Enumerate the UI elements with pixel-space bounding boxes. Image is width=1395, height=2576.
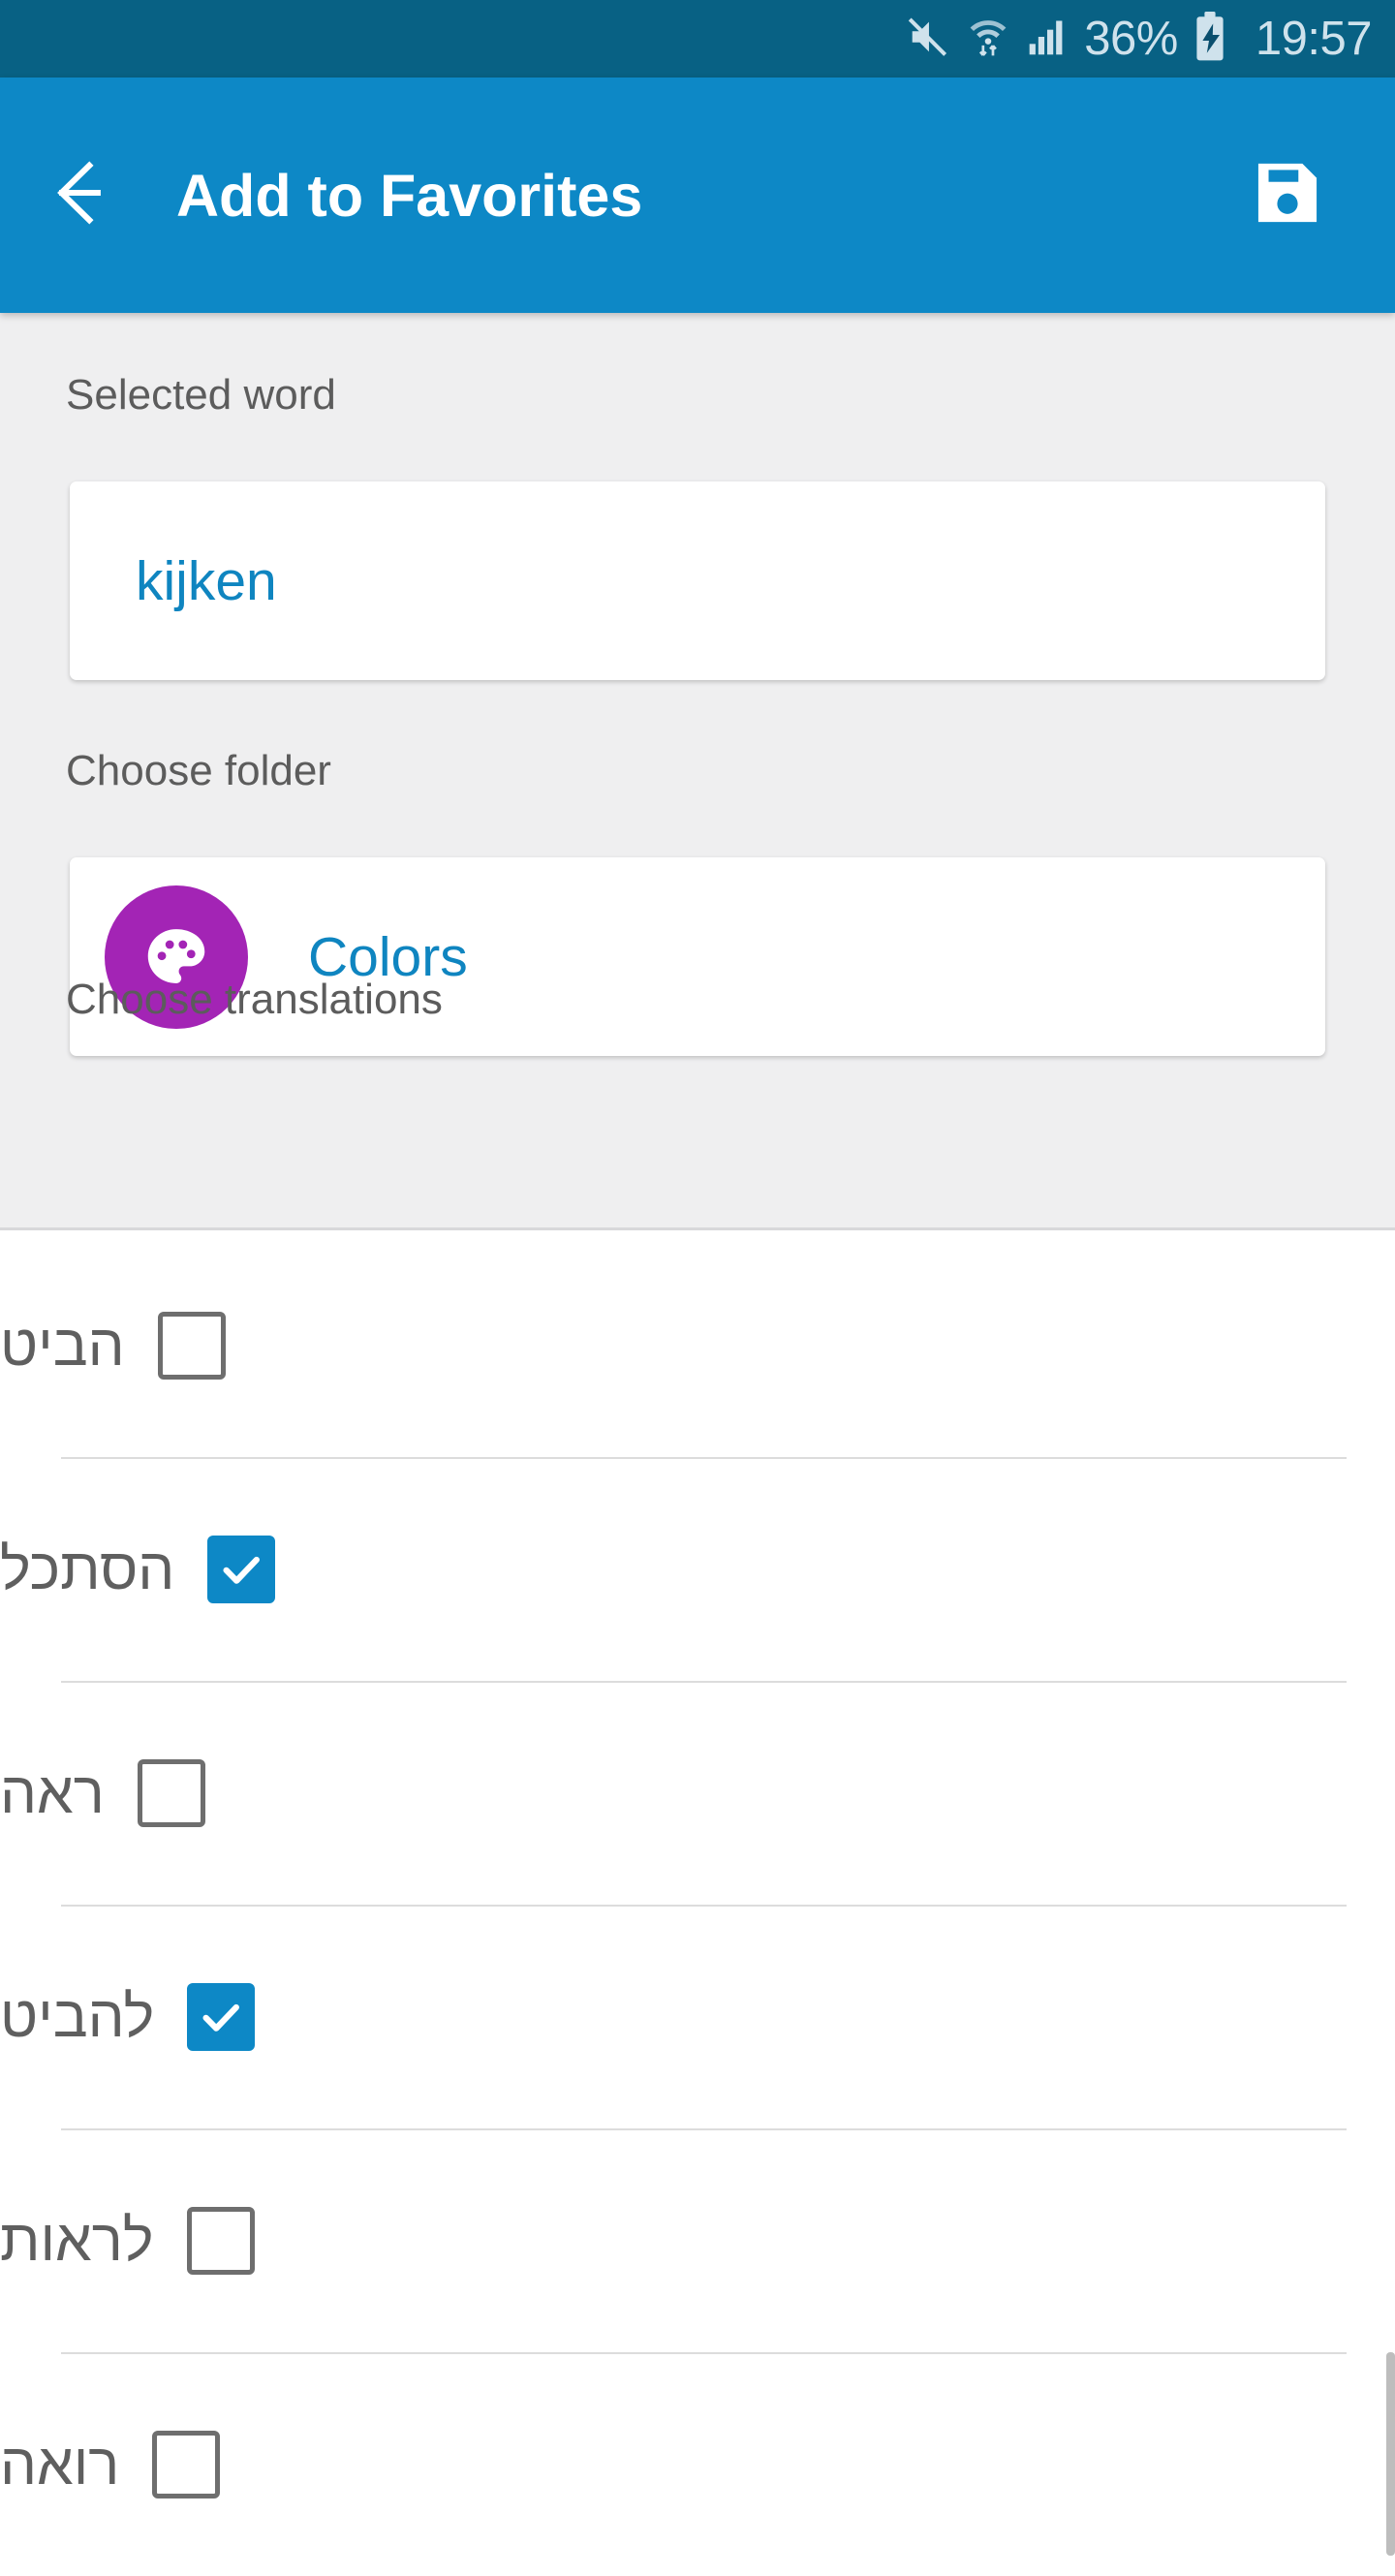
translations-list: הביט הסתכל ראה להביט לראות רואה	[0, 1233, 1395, 2498]
checkbox-unchecked-icon[interactable]	[152, 2430, 221, 2498]
selected-word-value: kijken	[136, 549, 277, 612]
scrollbar[interactable]	[1386, 1233, 1395, 2556]
translation-label: ראה	[0, 1760, 105, 1825]
translation-label: רואה	[0, 2432, 120, 2497]
floppy-disk-save-icon	[1248, 153, 1327, 237]
battery-percent-label: 36%	[1084, 12, 1178, 65]
checkbox-checked-icon[interactable]	[207, 1535, 276, 1603]
back-button[interactable]	[37, 138, 153, 254]
arrow-left-icon	[48, 154, 141, 236]
translation-row[interactable]: לראות	[0, 2128, 1395, 2352]
clock-label: 19:57	[1255, 12, 1373, 65]
translation-row[interactable]: הביט	[0, 1233, 1395, 1457]
app-bar: Add to Favorites	[0, 78, 1395, 313]
checkbox-unchecked-icon[interactable]	[186, 2206, 255, 2275]
translation-row[interactable]: הסתכל	[0, 1457, 1395, 1681]
choose-folder-label: Choose folder	[66, 747, 331, 794]
translation-label: להביט	[0, 1984, 155, 2049]
page-title: Add to Favorites	[176, 162, 643, 229]
wifi-transfer-icon	[966, 13, 1010, 66]
section-divider	[0, 1227, 1395, 1230]
battery-charging-icon	[1194, 11, 1226, 67]
save-button[interactable]	[1234, 142, 1341, 249]
translation-row[interactable]: להביט	[0, 1905, 1395, 2128]
cellular-signal-icon	[1026, 16, 1069, 63]
scrollbar-thumb[interactable]	[1386, 2352, 1395, 2556]
translation-label: הביט	[0, 1313, 125, 1378]
choose-translations-label: Choose translations	[66, 976, 443, 1023]
form-area: Selected word kijken Choose folder Color…	[0, 313, 1395, 1230]
translation-row[interactable]: ראה	[0, 1681, 1395, 1905]
translation-label: הסתכל	[0, 1536, 175, 1601]
selected-word-label: Selected word	[66, 371, 336, 419]
checkbox-unchecked-icon[interactable]	[157, 1311, 226, 1380]
status-bar: 36% 19:57	[0, 0, 1395, 78]
checkbox-checked-icon[interactable]	[187, 1982, 256, 2051]
choose-folder-field[interactable]: Colors	[70, 857, 1325, 1056]
selected-word-field[interactable]: kijken	[70, 481, 1325, 680]
checkbox-unchecked-icon[interactable]	[137, 1758, 205, 1827]
translation-row[interactable]: רואה	[0, 2352, 1395, 2576]
mute-icon	[906, 15, 950, 64]
translation-label: לראות	[0, 2208, 154, 2273]
